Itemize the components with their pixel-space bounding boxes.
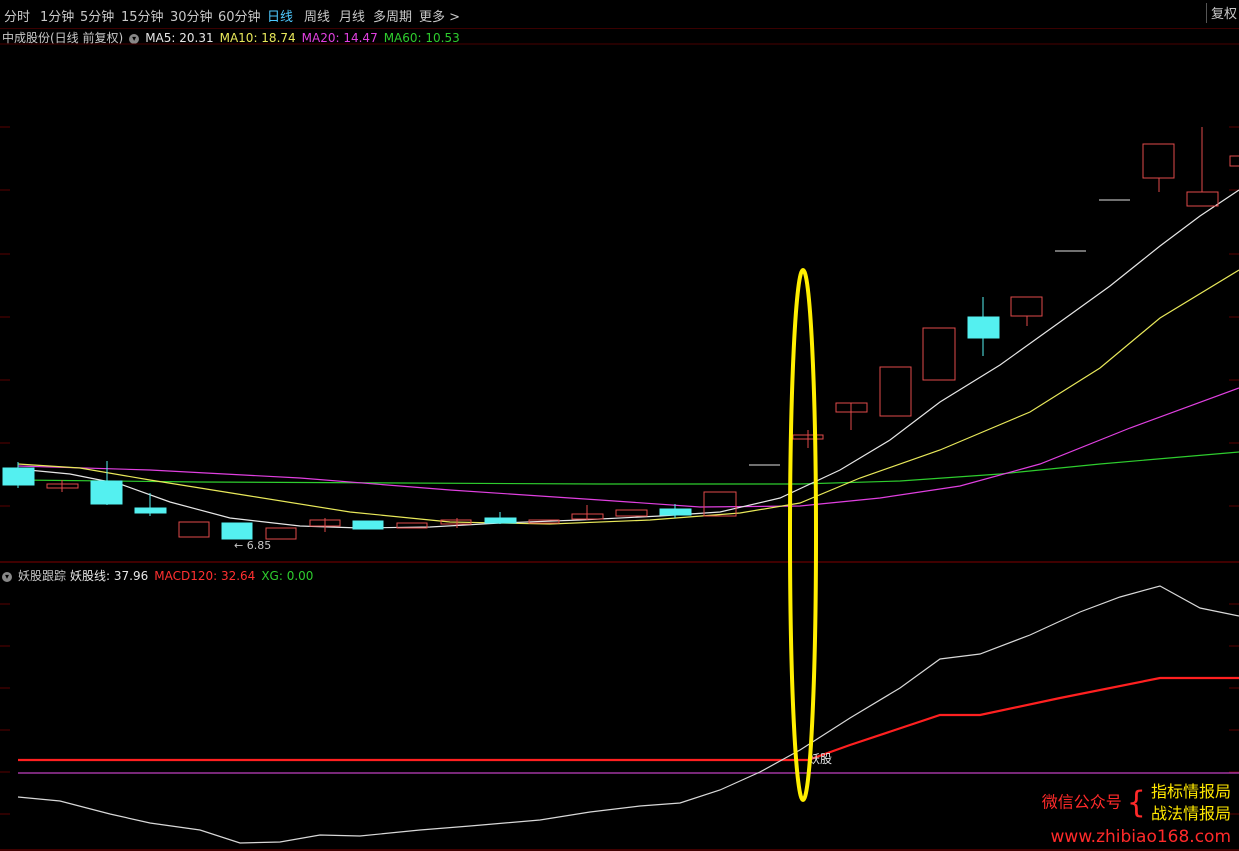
candle — [178, 521, 210, 538]
candle — [922, 327, 956, 381]
candle — [792, 430, 824, 448]
highlight-ellipse — [788, 268, 818, 802]
candlesticks[interactable] — [2, 127, 1239, 540]
watermark: 微信公众号 { 指标情报局 战法情报局 www.zhibiao168.com — [1042, 781, 1231, 847]
ma60-line — [17, 451, 1239, 485]
candle — [1229, 155, 1239, 167]
candle — [1142, 143, 1175, 192]
ma10-line — [17, 269, 1239, 525]
candle — [1186, 127, 1219, 207]
candle — [484, 512, 517, 524]
watermark-url: www.zhibiao168.com — [1050, 827, 1231, 847]
grid — [0, 43, 1239, 851]
brace-icon: { — [1126, 785, 1146, 821]
candle — [352, 520, 384, 530]
candle — [879, 366, 912, 417]
macd120-line — [18, 676, 1239, 762]
candle — [221, 522, 253, 540]
candle — [265, 527, 297, 540]
low-price-marker: ← 6.85 — [234, 539, 271, 552]
chart-area[interactable]: ← 6.85 妖股 — [0, 0, 1239, 851]
candle — [967, 297, 1000, 356]
watermark-wechat-label: 微信公众号 — [1041, 792, 1122, 812]
candle — [615, 509, 648, 517]
ma20-line — [17, 387, 1239, 508]
candle — [571, 505, 604, 520]
ma5-line — [17, 189, 1239, 529]
grid-ticks — [0, 126, 1239, 815]
candle — [90, 461, 123, 505]
watermark-right2: 战法情报局 — [1150, 804, 1231, 823]
candle — [309, 518, 341, 532]
candle — [835, 402, 868, 430]
candle — [46, 480, 79, 492]
watermark-right1: 指标情报局 — [1150, 782, 1231, 801]
candle — [134, 493, 167, 516]
candle — [1010, 296, 1043, 326]
